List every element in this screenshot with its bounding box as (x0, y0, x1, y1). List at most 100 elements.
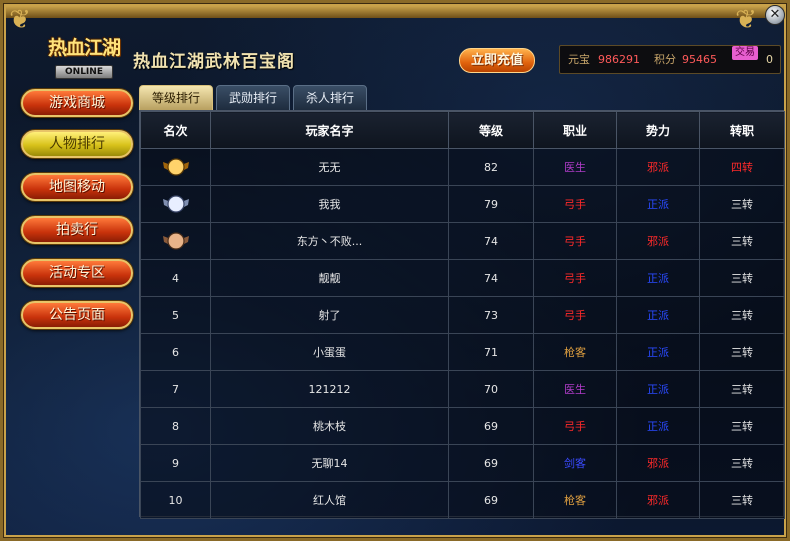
corner-ornament-icon: ❦ (9, 5, 31, 35)
job-cell: 弓手 (533, 185, 617, 223)
tab-3[interactable]: 杀人排行 (293, 85, 367, 111)
job-cell: 弓手 (533, 259, 617, 297)
tab-1[interactable]: 等级排行 (139, 85, 213, 111)
promotion-cell: 三转 (699, 407, 785, 445)
promotion-cell: 三转 (699, 481, 785, 519)
faction-cell: 邪派 (616, 481, 700, 519)
sidebar-item-1[interactable]: 游戏商城 (21, 89, 133, 117)
rank-cell (140, 185, 211, 223)
rank-cell: 9 (140, 444, 211, 482)
player-name-cell: 无无 (210, 148, 449, 186)
rank-cell: 7 (140, 370, 211, 408)
table-row[interactable]: 5 射了 73 弓手 正派 三转 (140, 296, 785, 334)
level-cell: 79 (448, 185, 534, 223)
faction-cell: 正派 (616, 333, 700, 371)
player-name-cell: 射了 (210, 296, 449, 334)
level-cell: 69 (448, 407, 534, 445)
faction-cell: 邪派 (616, 148, 700, 186)
level-cell: 73 (448, 296, 534, 334)
player-name-cell: 东方丶不败... (210, 222, 449, 260)
corner-ornament-icon: ❦ (735, 5, 757, 35)
promotion-cell: 三转 (699, 333, 785, 371)
rank-cell: 10 (140, 481, 211, 519)
job-cell: 枪客 (533, 333, 617, 371)
level-cell: 69 (448, 481, 534, 519)
logo-subtitle: ONLINE (55, 65, 113, 79)
job-cell: 医生 (533, 370, 617, 408)
player-name-cell: 我我 (210, 185, 449, 223)
faction-cell: 正派 (616, 296, 700, 334)
currency-bar: 元宝 986291 积分 95465 交易 0 (559, 45, 781, 74)
table-row[interactable]: 10 红人馆 69 枪客 邪派 三转 (140, 481, 785, 519)
logo-title: 热血江湖 (47, 37, 121, 59)
bronze-medal-icon (162, 232, 189, 250)
table-row[interactable]: 东方丶不败... 74 弓手 邪派 三转 (140, 222, 785, 260)
rank-cell: 6 (140, 333, 211, 371)
table-row[interactable]: 无无 82 医生 邪派 四转 (140, 148, 785, 186)
faction-cell: 邪派 (616, 444, 700, 482)
job-cell: 医生 (533, 148, 617, 186)
rank-cell (140, 148, 211, 186)
ranking-table: 名次 玩家名字 等级 职业 势力 转职 无无 82 医生 邪派 四转 我我 79 弓手 正派 三转 东方丶不败… (139, 110, 785, 519)
rank-cell: 8 (140, 407, 211, 445)
column-header[interactable]: 职业 (533, 111, 617, 149)
yuanbao-value: 986291 (598, 53, 640, 66)
job-cell: 剑客 (533, 444, 617, 482)
level-cell: 82 (448, 148, 534, 186)
sidebar-item-5[interactable]: 活动专区 (21, 259, 133, 287)
table-row[interactable]: 7 121212 70 医生 正派 三转 (140, 370, 785, 408)
table-row[interactable]: 4 靓靓 74 弓手 正派 三转 (140, 259, 785, 297)
level-cell: 74 (448, 222, 534, 260)
table-row[interactable]: 6 小蛋蛋 71 枪客 正派 三转 (140, 333, 785, 371)
faction-cell: 正派 (616, 259, 700, 297)
points-label: 积分 (654, 53, 676, 66)
job-cell: 弓手 (533, 222, 617, 260)
close-button[interactable]: ✕ (765, 5, 785, 25)
trade-label: 交易 (732, 46, 758, 60)
promotion-cell: 四转 (699, 148, 785, 186)
promotion-cell: 三转 (699, 444, 785, 482)
faction-cell: 正派 (616, 185, 700, 223)
player-name-cell: 无聊14 (210, 444, 449, 482)
recharge-button[interactable]: 立即充值 (459, 48, 535, 73)
faction-cell: 正派 (616, 407, 700, 445)
table-header-row: 名次 玩家名字 等级 职业 势力 转职 (140, 111, 785, 149)
table-row[interactable]: 9 无聊14 69 剑客 邪派 三转 (140, 444, 785, 482)
table-row[interactable]: 8 桃木枝 69 弓手 正派 三转 (140, 407, 785, 445)
gold-medal-icon (162, 158, 189, 176)
column-header[interactable]: 名次 (140, 111, 211, 149)
promotion-cell: 三转 (699, 259, 785, 297)
game-logo: 热血江湖 ONLINE (41, 33, 127, 83)
column-header[interactable]: 玩家名字 (210, 111, 449, 149)
level-cell: 74 (448, 259, 534, 297)
job-cell: 弓手 (533, 407, 617, 445)
column-header[interactable]: 转职 (699, 111, 785, 149)
trade-value: 0 (766, 53, 773, 66)
points-value: 95465 (682, 53, 717, 66)
promotion-cell: 三转 (699, 185, 785, 223)
column-header[interactable]: 势力 (616, 111, 700, 149)
player-name-cell: 121212 (210, 370, 449, 408)
rank-cell (140, 222, 211, 260)
sidebar-item-6[interactable]: 公告页面 (21, 301, 133, 329)
job-cell: 枪客 (533, 481, 617, 519)
rank-cell: 4 (140, 259, 211, 297)
window-top-frame (6, 6, 784, 18)
column-header[interactable]: 等级 (448, 111, 534, 149)
job-cell: 弓手 (533, 296, 617, 334)
player-name-cell: 桃木枝 (210, 407, 449, 445)
page-title: 热血江湖武林百宝阁 (133, 52, 295, 72)
sidebar-item-2[interactable]: 人物排行 (21, 130, 133, 158)
player-name-cell: 小蛋蛋 (210, 333, 449, 371)
sidebar-item-4[interactable]: 拍卖行 (21, 216, 133, 244)
level-cell: 70 (448, 370, 534, 408)
table-row[interactable]: 我我 79 弓手 正派 三转 (140, 185, 785, 223)
promotion-cell: 三转 (699, 296, 785, 334)
sidebar-item-3[interactable]: 地图移动 (21, 173, 133, 201)
ranking-window: ❦ ❦ ✕ 热血江湖 ONLINE 热血江湖武林百宝阁 立即充值 元宝 9862… (0, 0, 790, 541)
silver-medal-icon (162, 195, 189, 213)
tab-2[interactable]: 武勋排行 (216, 85, 290, 111)
player-name-cell: 靓靓 (210, 259, 449, 297)
faction-cell: 邪派 (616, 222, 700, 260)
faction-cell: 正派 (616, 370, 700, 408)
